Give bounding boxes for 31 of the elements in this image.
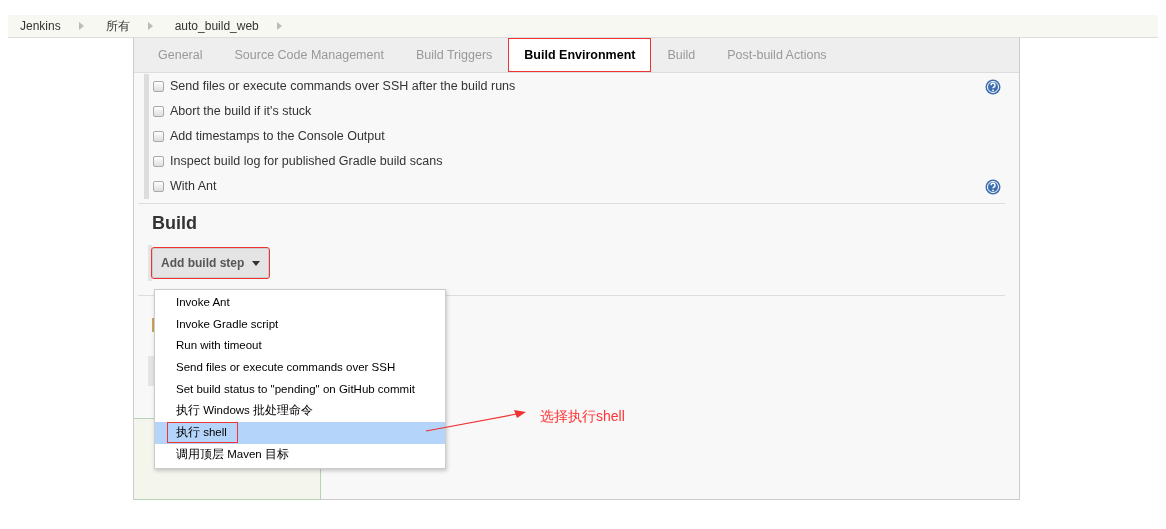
option-label: Abort the build if it's stuck — [170, 103, 313, 121]
chevron-icon — [147, 22, 153, 30]
caret-icon — [252, 260, 261, 266]
menu-item[interactable]: Invoke Ant — [155, 292, 445, 314]
menu-item[interactable]: 执行 shell — [155, 422, 445, 444]
checkbox[interactable] — [153, 81, 164, 92]
breadcrumb-link[interactable]: 所有 — [101, 17, 134, 35]
add-build-step-button[interactable]: Add build step — [152, 248, 270, 278]
menu-item[interactable]: 调用顶层 Maven 目标 — [155, 443, 445, 466]
checkbox[interactable] — [153, 181, 164, 192]
help-icon[interactable] — [985, 178, 1001, 195]
tab[interactable]: Build Environment — [508, 38, 652, 72]
menu-item[interactable]: Run with timeout — [155, 335, 445, 358]
checkbox[interactable] — [153, 106, 164, 117]
option-label: Inspect build log for published Gradle build scans — [170, 153, 444, 171]
menu-item[interactable]: Invoke Gradle script — [155, 313, 445, 336]
checkbox[interactable] — [153, 156, 164, 167]
menu-item[interactable]: 执行 Windows 批处理命令 — [155, 400, 445, 423]
section-heading: Build — [152, 212, 198, 235]
option-label: Send files or execute commands over SSH after the build runs — [170, 78, 517, 96]
menu-item[interactable]: Set build status to "pending" on GitHub commit — [155, 378, 445, 401]
annotation-text: 选择执行shell — [540, 407, 625, 426]
breadcrumb-link[interactable]: auto_build_web — [170, 17, 263, 35]
option-label: With Ant — [170, 178, 218, 196]
menu-item[interactable]: Send files or execute commands over SSH — [155, 357, 445, 379]
breadcrumb-link[interactable]: Jenkins — [16, 17, 65, 35]
option-label: Add timestamps to the Console Output — [170, 128, 386, 146]
checkbox[interactable] — [153, 131, 164, 142]
chevron-icon — [276, 22, 282, 30]
help-icon[interactable] — [985, 78, 1001, 95]
chevron-icon — [78, 22, 84, 30]
